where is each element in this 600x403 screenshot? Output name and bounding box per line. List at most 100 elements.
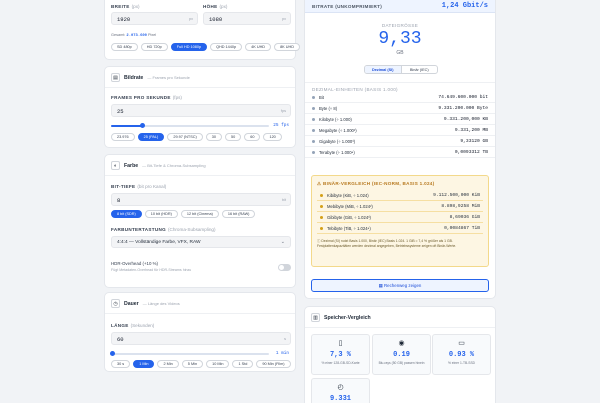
decimal-row: Gigabyte (÷ 1.000³) 9,33120 GB xyxy=(305,136,495,147)
fps-preset-120[interactable]: 120 xyxy=(263,133,282,141)
storage-header: ▥ Speicher-Vergleich xyxy=(311,313,371,322)
color-card: ◐ Farbe — Bit-Tiefe & Chroma-Subsampling… xyxy=(104,154,296,288)
bitrate-value: 1,24 Gbit/s xyxy=(441,2,488,10)
duration-card: ◷ Dauer — Länge des Videos LÄNGE (Sekunde… xyxy=(104,292,296,372)
duration-preset-2min[interactable]: 2 Min xyxy=(157,360,179,368)
fps-presets: 23.976 25 (PAL) 29.97 (NTSC) 30 50 60 12… xyxy=(111,133,282,141)
clock-icon: ◴ xyxy=(337,384,344,391)
framerate-header: ▤ Bildrate — Frames pro Sekunde xyxy=(111,73,190,82)
duration-presets: 30 s 1 Min 2 Min 5 Min 10 Min 1 Std 90 M… xyxy=(111,360,291,368)
preset-qhd[interactable]: QHD 1440p xyxy=(210,43,243,51)
width-input[interactable]: 1920 px xyxy=(111,12,198,25)
hdr-hint: Fügt Metadaten-Overhead für HDR-Streams … xyxy=(111,268,192,272)
chevron-down-icon: ⌄ xyxy=(280,239,285,245)
decimal-row: Megabyte (÷ 1.000²) 9.331,200 MB xyxy=(305,125,495,136)
chroma-select[interactable]: 4:4:4 — Vollständige Farbe, VFX, RAW ⌄ xyxy=(111,236,291,248)
binary-row: Gibibyte (GiB, ÷ 1.024³) 8,69036 GiB xyxy=(317,212,483,223)
hdr-toggle-knob xyxy=(279,265,284,270)
storage-ssd: ▭ 0.93 % % einer 1-TB-SSD xyxy=(432,334,491,375)
fps-preset-60[interactable]: 60 xyxy=(244,133,261,141)
binary-header: ⚠ BINÄR-VERGLEICH (IEC-NORM, BASIS 1.024… xyxy=(317,181,435,186)
framerate-title: Bildrate xyxy=(124,74,144,81)
decimal-row: Bit 74.649.600.000 bit xyxy=(305,92,495,103)
height-input[interactable]: 1080 px xyxy=(203,12,291,25)
chroma-label: FARBUNTERTASTUNG (Chroma-Subsampling) xyxy=(111,227,216,232)
duration-subtitle: — Länge des Videos xyxy=(142,301,180,306)
preset-hd[interactable]: HD 720p xyxy=(140,43,168,51)
storage-sdcard: ▯ 7,3 % % einer 128-GB-SD-Karte xyxy=(311,334,370,375)
binary-row: Tebibyte (TiB, ÷ 1.024⁴) 0,0084867 TiB xyxy=(317,223,483,234)
decimal-row: Byte (÷ 8) 9.331.200.000 Byte xyxy=(305,103,495,114)
fps-input[interactable]: 25 fps xyxy=(111,104,291,117)
height-label: HÖHE (px) xyxy=(203,4,228,9)
drive-icon: ▭ xyxy=(458,340,465,347)
fps-slider-fill xyxy=(111,125,143,127)
duration-input[interactable]: 60 s xyxy=(111,332,291,345)
framerate-subtitle: — Frames pro Sekunde xyxy=(147,75,190,80)
duration-preset-1h[interactable]: 1 Std xyxy=(232,360,254,368)
fps-preset-30[interactable]: 30 xyxy=(205,133,222,141)
unit-toggle: Dezimal (SI) Binär (IEC) xyxy=(364,65,438,74)
duration-slider-thumb[interactable] xyxy=(110,351,116,356)
binary-row: Mebibyte (MiB, ÷ 1.024²) 8.898,9258 MiB xyxy=(317,201,483,212)
bitdepth-presets: 8 bit (SDR) 10 bit (HDR) 12 bit (Cinema)… xyxy=(111,210,256,218)
duration-preset-1min[interactable]: 1 Min xyxy=(133,360,155,368)
duration-title: Dauer xyxy=(124,300,139,307)
storage-extra: ◴ 9.331 xyxy=(311,378,370,403)
preset-full-hd[interactable]: Full HD 1080p xyxy=(170,43,208,51)
duration-header: ◷ Dauer — Länge des Videos xyxy=(111,299,180,308)
bitdepth-preset-12[interactable]: 12 bit (Cinema) xyxy=(180,210,219,218)
storage-title: Speicher-Vergleich xyxy=(324,314,371,321)
duration-label: LÄNGE (Sekunden) xyxy=(111,323,155,328)
binary-row: Kibibyte (KiB, ÷ 1.024) 9.112.500,000 KiB xyxy=(317,190,483,201)
duration-slider[interactable] xyxy=(110,351,269,356)
fps-preset-50[interactable]: 50 xyxy=(224,133,242,141)
fps-preset-2997[interactable]: 29.97 (NTSC) xyxy=(167,133,203,141)
binary-box: ⚠ BINÄR-VERGLEICH (IEC-NORM, BASIS 1.024… xyxy=(311,175,489,267)
duration-readout: 1 min xyxy=(275,351,289,356)
fps-label: FRAMES PRO SEKUNDE (fps) xyxy=(111,95,182,100)
color-header: ◐ Farbe — Bit-Tiefe & Chroma-Subsampling xyxy=(111,161,206,170)
fps-preset-23976[interactable]: 23.976 xyxy=(111,133,135,141)
timer-icon: ◷ xyxy=(111,299,120,308)
hdr-label: HDR-Overhead (+10 %) xyxy=(111,261,158,266)
calc-button[interactable]: ▦ Rechenweg zeigen xyxy=(311,279,489,292)
bitdepth-input[interactable]: 8 bit xyxy=(111,193,291,206)
fps-slider-thumb[interactable] xyxy=(140,123,146,128)
toggle-binary[interactable]: Binär (IEC) xyxy=(400,66,438,73)
decimal-row: Kilobyte (÷ 1.000) 9.331.200,000 KB xyxy=(305,114,495,125)
fps-preset-25[interactable]: 25 (PAL) xyxy=(137,133,165,141)
bitdepth-preset-10[interactable]: 10 bit (HDR) xyxy=(144,210,178,218)
size-value: 9,33 xyxy=(378,29,422,49)
storage-bluray: ◉ 0.19 Blu-rays (50 GB) passen hinein xyxy=(372,334,431,375)
duration-preset-90min[interactable]: 90 Min (Film) xyxy=(256,360,291,368)
resolution-card: BREITE (px) 1920 px HÖHE (px) 1080 px Gesamt… xyxy=(104,0,300,60)
bitdepth-preset-16[interactable]: 16 bit (RAW) xyxy=(221,210,256,218)
binary-note: ⓘ Dezimal (SI) nutzt Basis 1.000, Binär … xyxy=(317,239,457,248)
fps-readout: 25 fps xyxy=(273,123,289,128)
resolution-presets: SD 480p HD 720p Full HD 1080p QHD 1440p … xyxy=(111,43,300,51)
bitdepth-preset-8[interactable]: 8 bit (SDR) xyxy=(111,210,142,218)
framerate-card: ▤ Bildrate — Frames pro Sekunde FRAMES P… xyxy=(104,66,296,148)
size-label: DATEIGRÖSSE xyxy=(381,23,419,28)
bitrate-bar: BITRATE (UNKOMPRIMIERT) 1,24 Gbit/s xyxy=(305,0,495,13)
bitdepth-label: BIT-TIEFE (bit pro Kanal) xyxy=(111,184,167,189)
duration-preset-30s[interactable]: 30 s xyxy=(111,360,131,368)
size-unit: GB xyxy=(396,50,404,56)
preset-4k[interactable]: 4K UHD xyxy=(245,43,272,51)
toggle-decimal[interactable]: Dezimal (SI) xyxy=(365,66,401,73)
result-card: BITRATE (UNKOMPRIMIERT) 1,24 Gbit/s DATE… xyxy=(304,0,496,299)
bitrate-label: BITRATE (UNKOMPRIMIERT) xyxy=(312,4,383,9)
film-icon: ▤ xyxy=(111,73,120,82)
width-label: BREITE (px) xyxy=(111,4,140,9)
color-subtitle: — Bit-Tiefe & Chroma-Subsampling xyxy=(142,163,206,168)
preset-8k[interactable]: 8K UHD xyxy=(274,43,300,51)
duration-preset-5min[interactable]: 5 Min xyxy=(181,360,204,368)
disc-icon: ◉ xyxy=(398,340,405,347)
hdr-toggle[interactable] xyxy=(278,264,291,271)
color-title: Farbe xyxy=(124,162,139,169)
fps-slider[interactable] xyxy=(111,123,269,128)
preset-sd[interactable]: SD 480p xyxy=(111,43,138,51)
storage-card: ▥ Speicher-Vergleich ▯ 7,3 % % einer 128… xyxy=(304,306,496,403)
duration-preset-10min[interactable]: 10 Min xyxy=(206,360,230,368)
